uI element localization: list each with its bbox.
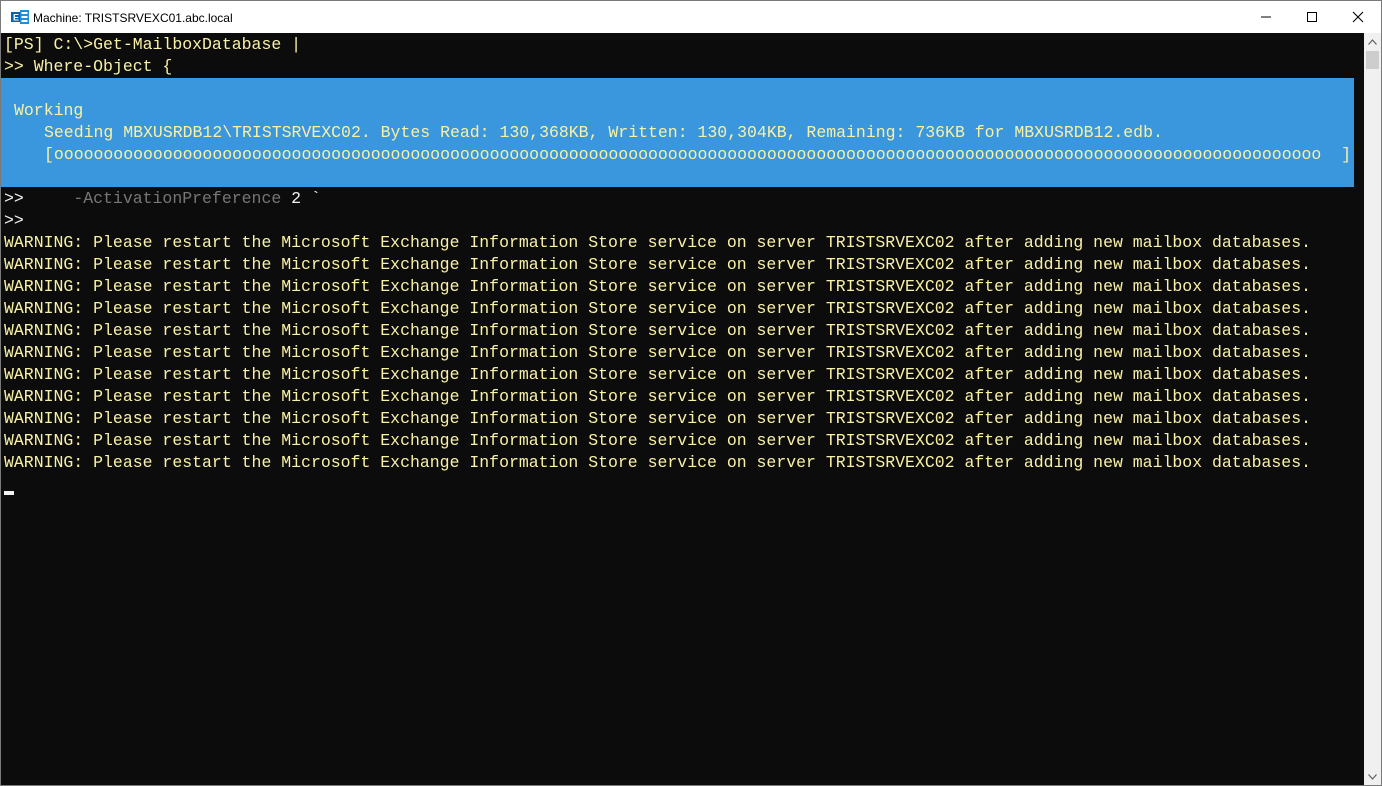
maximize-icon xyxy=(1307,12,1317,22)
powershell-window: E Machine: TRISTSRVEXC01.abc.local [PS] … xyxy=(0,0,1382,786)
parameter-value: 2 ` xyxy=(281,189,321,208)
scroll-up-button[interactable] xyxy=(1364,33,1381,50)
warning-line: WARNING: Please restart the Microsoft Ex… xyxy=(4,431,1312,450)
parameter-name: -ActivationPreference xyxy=(73,189,282,208)
svg-text:E: E xyxy=(13,13,19,23)
warning-line: WARNING: Please restart the Microsoft Ex… xyxy=(4,277,1312,296)
vertical-scrollbar[interactable] xyxy=(1364,33,1381,785)
warning-line: WARNING: Please restart the Microsoft Ex… xyxy=(4,233,1312,252)
chevron-down-icon xyxy=(1368,773,1377,780)
warning-line: WARNING: Please restart the Microsoft Ex… xyxy=(4,321,1312,340)
scrollbar-thumb[interactable] xyxy=(1366,51,1379,69)
minimize-button[interactable] xyxy=(1243,1,1289,33)
warning-line: WARNING: Please restart the Microsoft Ex… xyxy=(4,343,1312,362)
progress-status: Seeding MBXUSRDB12\TRISTSRVEXC02. Bytes … xyxy=(44,123,1163,142)
console-area[interactable]: [PS] C:\>Get-MailboxDatabase | >> Where-… xyxy=(1,33,1363,785)
progress-panel: Working Seeding MBXUSRDB12\TRISTSRVEXC02… xyxy=(1,78,1354,187)
command-prompt-line: [PS] C:\>Get-MailboxDatabase | xyxy=(4,35,302,54)
text-cursor xyxy=(4,491,14,495)
activation-preference-line: >> -ActivationPreference 2 ` xyxy=(4,188,321,210)
window-title: Machine: TRISTSRVEXC01.abc.local xyxy=(33,11,233,25)
continuation-line: >> xyxy=(4,211,24,230)
scroll-down-button[interactable] xyxy=(1364,768,1381,785)
progress-bar-text: [ooooooooooooooooooooooooooooooooooooooo… xyxy=(44,145,1352,164)
progress-activity: Working xyxy=(14,101,84,120)
close-button[interactable] xyxy=(1335,1,1381,33)
warning-line: WARNING: Please restart the Microsoft Ex… xyxy=(4,387,1312,406)
warning-line: WARNING: Please restart the Microsoft Ex… xyxy=(4,255,1312,274)
chevron-up-icon xyxy=(1368,38,1377,45)
minimize-icon xyxy=(1261,16,1271,18)
close-icon xyxy=(1352,11,1364,23)
warning-line: WARNING: Please restart the Microsoft Ex… xyxy=(4,409,1312,428)
warning-line: WARNING: Please restart the Microsoft Ex… xyxy=(4,365,1312,384)
warning-line: WARNING: Please restart the Microsoft Ex… xyxy=(4,453,1312,472)
exchange-shell-icon: E xyxy=(11,9,29,25)
where-object-line: >> Where-Object { xyxy=(4,57,173,76)
warning-line: WARNING: Please restart the Microsoft Ex… xyxy=(4,299,1312,318)
continuation-prompt: >> xyxy=(4,189,74,208)
title-bar[interactable]: E Machine: TRISTSRVEXC01.abc.local xyxy=(1,1,1381,33)
maximize-button[interactable] xyxy=(1289,1,1335,33)
